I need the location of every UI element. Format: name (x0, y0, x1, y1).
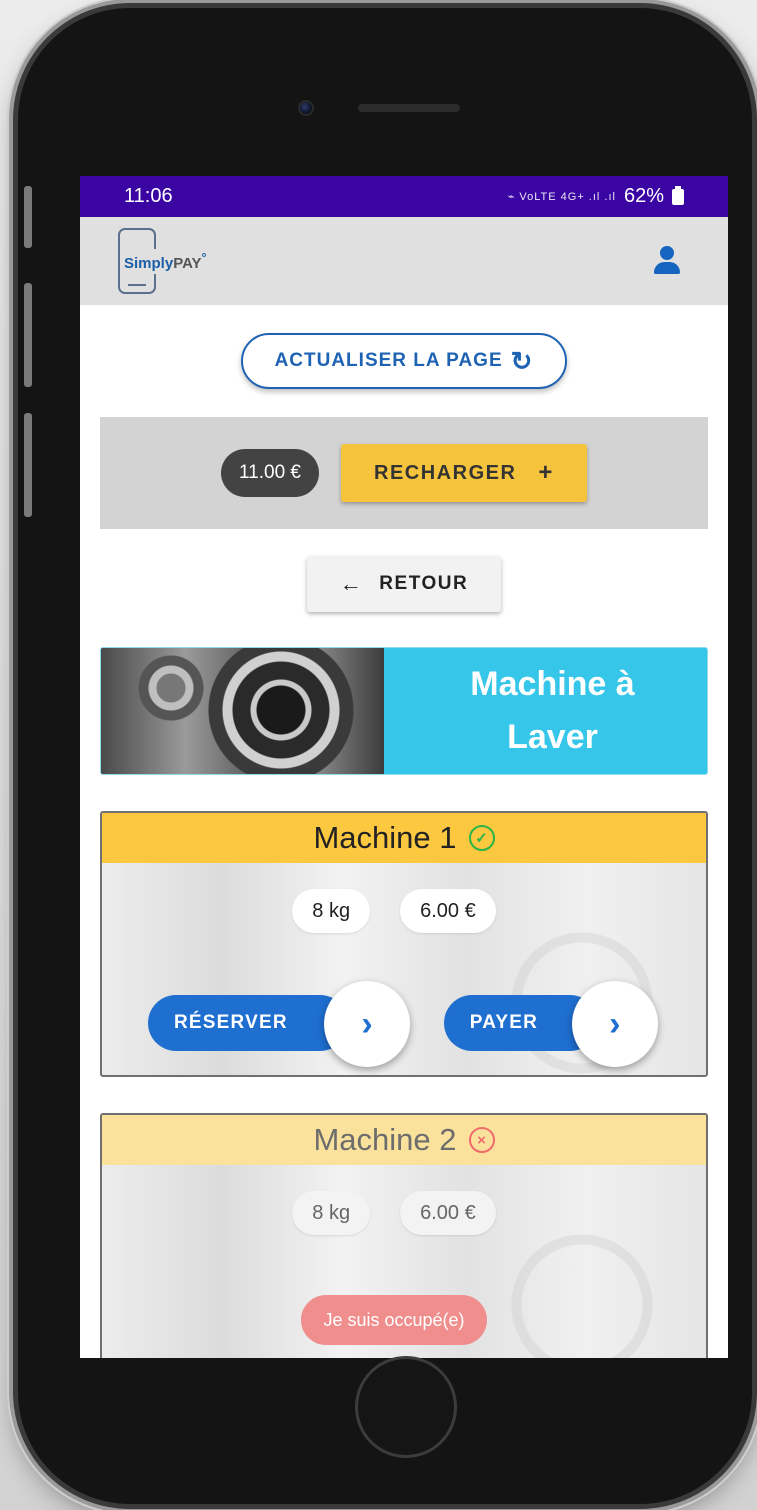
phone-screen: 11:06 ⌁ VoLTE 4G+ .ıl .ıl 62% SimplyPAY° (80, 176, 728, 1358)
pay-chevron-icon[interactable]: › (571, 981, 658, 1067)
phone-frame: 11:06 ⌁ VoLTE 4G+ .ıl .ıl 62% SimplyPAY° (18, 8, 752, 1504)
machine-1-actions: RÉSERVER › PAYER › (102, 981, 706, 1067)
status-bar: 11:06 ⌁ VoLTE 4G+ .ıl .ıl 62% (80, 176, 728, 217)
mute-switch (24, 186, 32, 248)
user-icon[interactable] (652, 246, 682, 276)
simplypay-logo: SimplyPAY° (116, 226, 246, 296)
machine-2-price: 6.00 € (400, 1191, 496, 1235)
machine-1-specs: 8 kg 6.00 € (102, 889, 706, 933)
category-title: Machine à Laver (384, 648, 707, 774)
refresh-label: ACTUALISER LA PAGE (274, 350, 503, 371)
volume-down-button (24, 413, 32, 517)
machine-2-name: Machine 2 (313, 1122, 457, 1157)
busy-badge: Je suis occupé(e) (301, 1295, 487, 1345)
reserve-chevron-icon[interactable]: › (324, 981, 410, 1067)
status-indicators: ⌁ VoLTE 4G+ .ıl .ıl 62% (508, 185, 684, 208)
earpiece-speaker (358, 104, 460, 112)
arrow-left-icon: ← (339, 571, 364, 596)
machine-1-price: 6.00 € (400, 889, 496, 933)
recharge-button[interactable]: RECHARGER + (340, 444, 587, 502)
back-button[interactable]: ← RETOUR (307, 556, 501, 612)
check-circle-icon: ✓ (468, 825, 495, 851)
recharge-label: RECHARGER (374, 461, 517, 484)
balance-badge: 11.00 € (221, 449, 319, 497)
machine-1-header: Machine 1 ✓ (102, 813, 706, 863)
wallet-band: 11.00 € RECHARGER + (100, 417, 708, 529)
reserve-action: RÉSERVER › (148, 981, 410, 1067)
app-bar: SimplyPAY° (80, 217, 728, 305)
category-banner: Machine à Laver (100, 647, 708, 775)
back-label: RETOUR (379, 573, 469, 594)
machine-1-capacity: 8 kg (292, 889, 371, 933)
logo-mark: ° (201, 250, 207, 265)
refresh-icon: ↻ (510, 346, 534, 376)
status-time: 11:06 (124, 185, 173, 207)
device-stage: 11:06 ⌁ VoLTE 4G+ .ıl .ıl 62% SimplyPAY° (0, 0, 757, 1510)
user-icon-body (654, 262, 680, 274)
home-button[interactable] (355, 1356, 457, 1458)
volume-up-button (24, 283, 32, 387)
machine-2-header: Machine 2 × (102, 1115, 706, 1165)
plus-icon: + (538, 459, 554, 486)
machine-2-specs: 8 kg 6.00 € (102, 1191, 706, 1235)
refresh-row: ACTUALISER LA PAGE ↻ (80, 305, 728, 417)
back-row: ← RETOUR (80, 529, 728, 639)
signal-icons: ⌁ VoLTE 4G+ .ıl .ıl (507, 191, 616, 203)
user-icon-head (660, 246, 674, 260)
reserve-button[interactable]: RÉSERVER (148, 995, 348, 1051)
logo-brand-suffix: PAY (173, 254, 202, 272)
machine-card-2: Machine 2 × 8 kg 6.00 € Je suis occupé(e… (100, 1113, 708, 1358)
battery-icon (672, 185, 684, 205)
front-camera (298, 100, 314, 116)
logo-brand: Simply (124, 254, 174, 272)
category-title-line2: Laver (507, 718, 598, 756)
washing-machine-photo (101, 648, 384, 774)
machine-1-name: Machine 1 (313, 820, 457, 855)
machine-2-busy-row: Je suis occupé(e) (102, 1295, 706, 1345)
logo-text: SimplyPAY° (122, 248, 209, 274)
refresh-page-button[interactable]: ACTUALISER LA PAGE ↻ (240, 333, 568, 389)
battery-percent: 62% (623, 185, 664, 207)
machine-card-1: Machine 1 ✓ 8 kg 6.00 € RÉSERVER › PAYER… (100, 811, 708, 1077)
machine-2-capacity: 8 kg (292, 1191, 371, 1235)
x-circle-icon: × (468, 1127, 495, 1153)
category-title-line1: Machine à (470, 665, 635, 704)
pay-action: PAYER › (443, 981, 658, 1067)
